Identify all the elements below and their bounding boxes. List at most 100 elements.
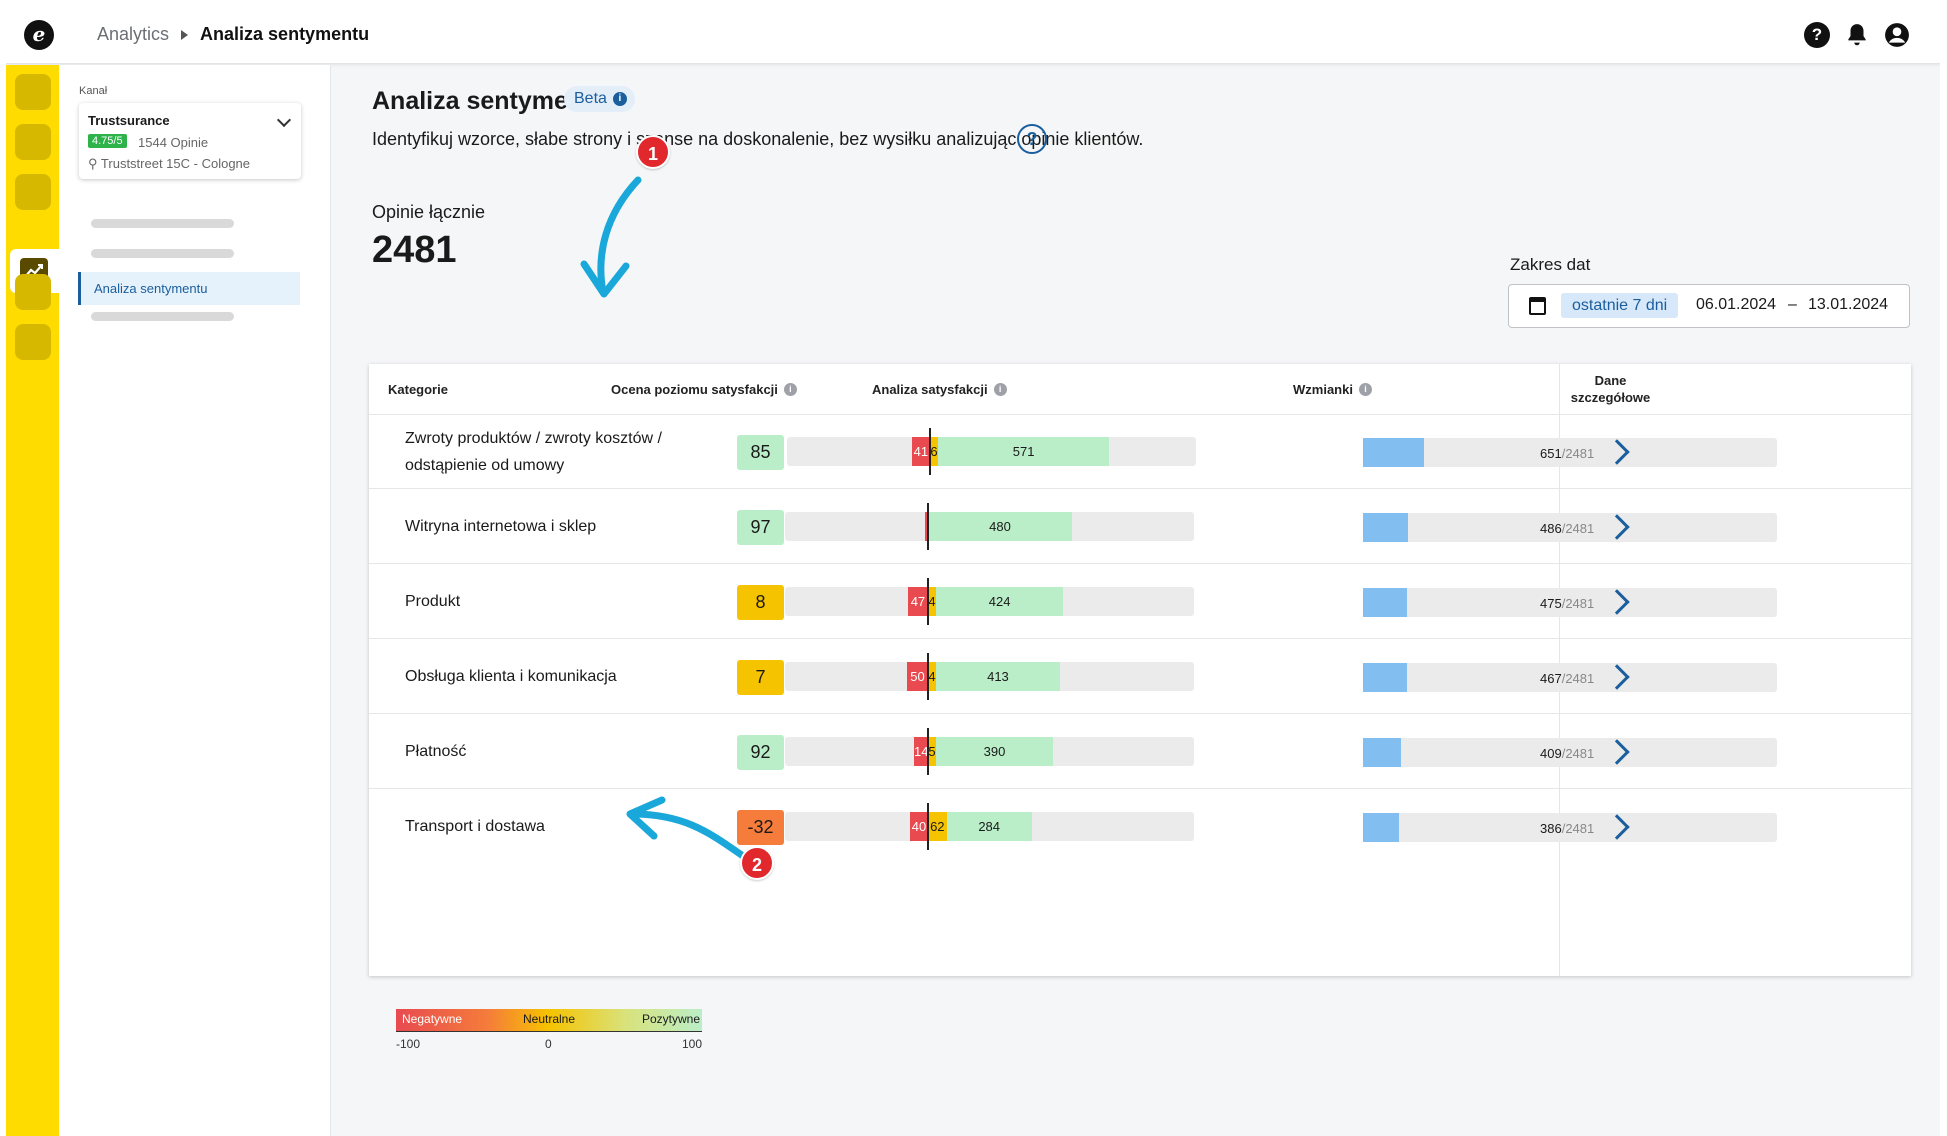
column-header-details-line-1: Dane bbox=[1594, 373, 1627, 388]
negative-segment: 50 bbox=[907, 662, 928, 691]
legend-gradient: Negatywne Neutralne Pozytywne bbox=[396, 1009, 702, 1031]
info-icon[interactable]: i bbox=[1358, 382, 1372, 396]
negative-segment: 14 bbox=[914, 737, 928, 766]
info-icon[interactable]: i bbox=[993, 382, 1007, 396]
table-row[interactable]: Transport i dostawa -32 40 62 284 386/2481 bbox=[369, 789, 1911, 864]
positive-segment: 424 bbox=[936, 587, 1064, 616]
chevron-right-icon[interactable] bbox=[1606, 811, 1630, 841]
table-row[interactable]: Płatność 92 14 5 390 409/2481 bbox=[369, 714, 1911, 789]
mentions-bar[interactable]: 475/2481 bbox=[1363, 588, 1777, 617]
table-row[interactable]: Obsługa klienta i komunikacja 7 50 4 413 467/… bbox=[369, 639, 1911, 714]
mentions-bar[interactable]: 467/2481 bbox=[1363, 663, 1777, 692]
column-header-category-label: Kategorie bbox=[388, 381, 448, 397]
help-circle-icon[interactable]: ? bbox=[1017, 124, 1047, 154]
rail-item-6[interactable] bbox=[15, 324, 51, 360]
info-icon[interactable]: i bbox=[783, 382, 797, 396]
satisfaction-score-badge: 92 bbox=[737, 735, 784, 770]
mentions-bar[interactable]: 651/2481 bbox=[1363, 438, 1777, 467]
positive-segment: 390 bbox=[936, 737, 1053, 766]
column-header-score-label: Ocena poziomu satysfakcji bbox=[611, 381, 778, 397]
beta-badge[interactable]: Beta i bbox=[564, 86, 635, 112]
category-name: Transport i dostawa bbox=[405, 818, 545, 835]
user-account-icon[interactable] bbox=[1884, 22, 1910, 53]
neutral-segment: 5 bbox=[928, 737, 936, 766]
satisfaction-score-badge: 97 bbox=[737, 510, 784, 545]
channel-address-text: Truststreet 15C - Cologne bbox=[100, 156, 251, 171]
chevron-right-icon[interactable] bbox=[1606, 436, 1630, 466]
chevron-down-icon[interactable] bbox=[276, 112, 292, 128]
info-icon: i bbox=[612, 92, 627, 106]
nav-item-sentiment-analysis[interactable]: Analiza sentymentu bbox=[78, 272, 300, 305]
chevron-right-icon[interactable] bbox=[1606, 511, 1630, 541]
chevron-right-icon[interactable] bbox=[1606, 661, 1630, 691]
calendar-icon bbox=[1529, 297, 1546, 315]
mentions-value: 467 bbox=[1540, 671, 1562, 686]
nav-placeholder-1[interactable] bbox=[91, 219, 234, 228]
sentiment-table: Kategorie Ocena poziomu satysfakcji i An… bbox=[369, 364, 1911, 976]
legend-tick-min: -100 bbox=[396, 1037, 421, 1051]
secondary-sidebar: Kanał Trustsurance 4.75/5 1544 Opinie ⚲ … bbox=[59, 65, 331, 1136]
zero-line bbox=[927, 803, 929, 850]
sentiment-bar[interactable]: 50 4 413 bbox=[785, 653, 1194, 700]
channel-selector[interactable]: Trustsurance 4.75/5 1544 Opinie ⚲ Trusts… bbox=[79, 103, 301, 179]
positive-segment: 413 bbox=[936, 662, 1060, 691]
date-from[interactable]: 06.01.2024 bbox=[1696, 296, 1776, 314]
positive-segment: 284 bbox=[946, 812, 1032, 841]
legend-positive: Pozytywne bbox=[641, 1012, 700, 1026]
zero-line bbox=[927, 728, 929, 775]
mentions-bar[interactable]: 386/2481 bbox=[1363, 813, 1777, 842]
mentions-count: 467/2481 bbox=[1540, 671, 1594, 686]
mentions-total: /2481 bbox=[1561, 671, 1595, 686]
nav-placeholder-2[interactable] bbox=[91, 249, 234, 258]
mentions-fill bbox=[1363, 738, 1402, 767]
mentions-value: 486 bbox=[1540, 521, 1562, 536]
table-row[interactable]: Zwroty produktów / zwroty kosztów / odst… bbox=[369, 414, 1911, 489]
rail-item-1[interactable] bbox=[15, 74, 51, 110]
nav-placeholder-3[interactable] bbox=[91, 312, 234, 321]
chevron-right-icon[interactable] bbox=[1606, 736, 1630, 766]
zero-line bbox=[927, 653, 929, 700]
rail-item-5[interactable] bbox=[15, 274, 51, 310]
nav-item-label: Analiza sentymentu bbox=[94, 281, 208, 296]
mentions-total: /2481 bbox=[1561, 446, 1595, 461]
rail-item-3[interactable] bbox=[15, 174, 51, 210]
positive-segment: 480 bbox=[928, 512, 1072, 541]
zero-line bbox=[927, 503, 929, 550]
mentions-count: 409/2481 bbox=[1540, 746, 1594, 761]
main-content: Analiza sentymentu Beta i Identyfikuj wz… bbox=[332, 65, 1940, 1136]
column-header-score: Ocena poziomu satysfakcji i bbox=[611, 364, 797, 414]
sentiment-bar[interactable]: 40 62 284 bbox=[785, 803, 1194, 850]
sentiment-bar[interactable]: 41 6 571 bbox=[787, 428, 1196, 475]
date-to[interactable]: 13.01.2024 bbox=[1808, 296, 1888, 314]
neutral-segment: 62 bbox=[928, 812, 947, 841]
category-name: Witryna internetowa i sklep bbox=[405, 518, 597, 535]
category-name: Produkt bbox=[405, 593, 461, 610]
sentiment-bar[interactable]: 47 4 424 bbox=[785, 578, 1194, 625]
sentiment-bar[interactable]: 480 bbox=[785, 503, 1194, 550]
app-logo-icon[interactable]: e bbox=[24, 20, 54, 50]
rail-item-2[interactable] bbox=[15, 124, 51, 160]
date-preset-chip[interactable]: ostatnie 7 dni bbox=[1561, 293, 1679, 318]
legend-tick-mid: 0 bbox=[545, 1037, 552, 1051]
sentiment-bar[interactable]: 14 5 390 bbox=[785, 728, 1194, 775]
mentions-count: 486/2481 bbox=[1540, 521, 1594, 536]
chevron-right-icon[interactable] bbox=[1606, 586, 1630, 616]
mentions-fill bbox=[1363, 813, 1400, 842]
breadcrumb-parent[interactable]: Analytics bbox=[97, 24, 169, 45]
mentions-count: 475/2481 bbox=[1540, 596, 1594, 611]
legend-neutral: Neutralne bbox=[523, 1012, 576, 1026]
mentions-total: /2481 bbox=[1561, 821, 1595, 836]
table-row[interactable]: Witryna internetowa i sklep 97 480 486/2481 bbox=[369, 489, 1911, 564]
column-header-mentions: Wzmianki i bbox=[1293, 364, 1372, 414]
breadcrumb-separator-icon bbox=[181, 29, 189, 40]
negative-segment: 47 bbox=[907, 587, 928, 616]
total-opinions-value: 2481 bbox=[372, 229, 457, 271]
mentions-bar[interactable]: 409/2481 bbox=[1363, 738, 1777, 767]
positive-segment: 571 bbox=[938, 437, 1110, 466]
mentions-fill bbox=[1363, 513, 1409, 542]
help-icon[interactable]: ? bbox=[1804, 22, 1830, 48]
bell-icon[interactable] bbox=[1844, 22, 1870, 48]
date-range-picker[interactable]: ostatnie 7 dni 06.01.2024 – 13.01.2024 bbox=[1508, 284, 1910, 328]
mentions-bar[interactable]: 486/2481 bbox=[1363, 513, 1777, 542]
table-row[interactable]: Produkt 8 47 4 424 475/2481 bbox=[369, 564, 1911, 639]
